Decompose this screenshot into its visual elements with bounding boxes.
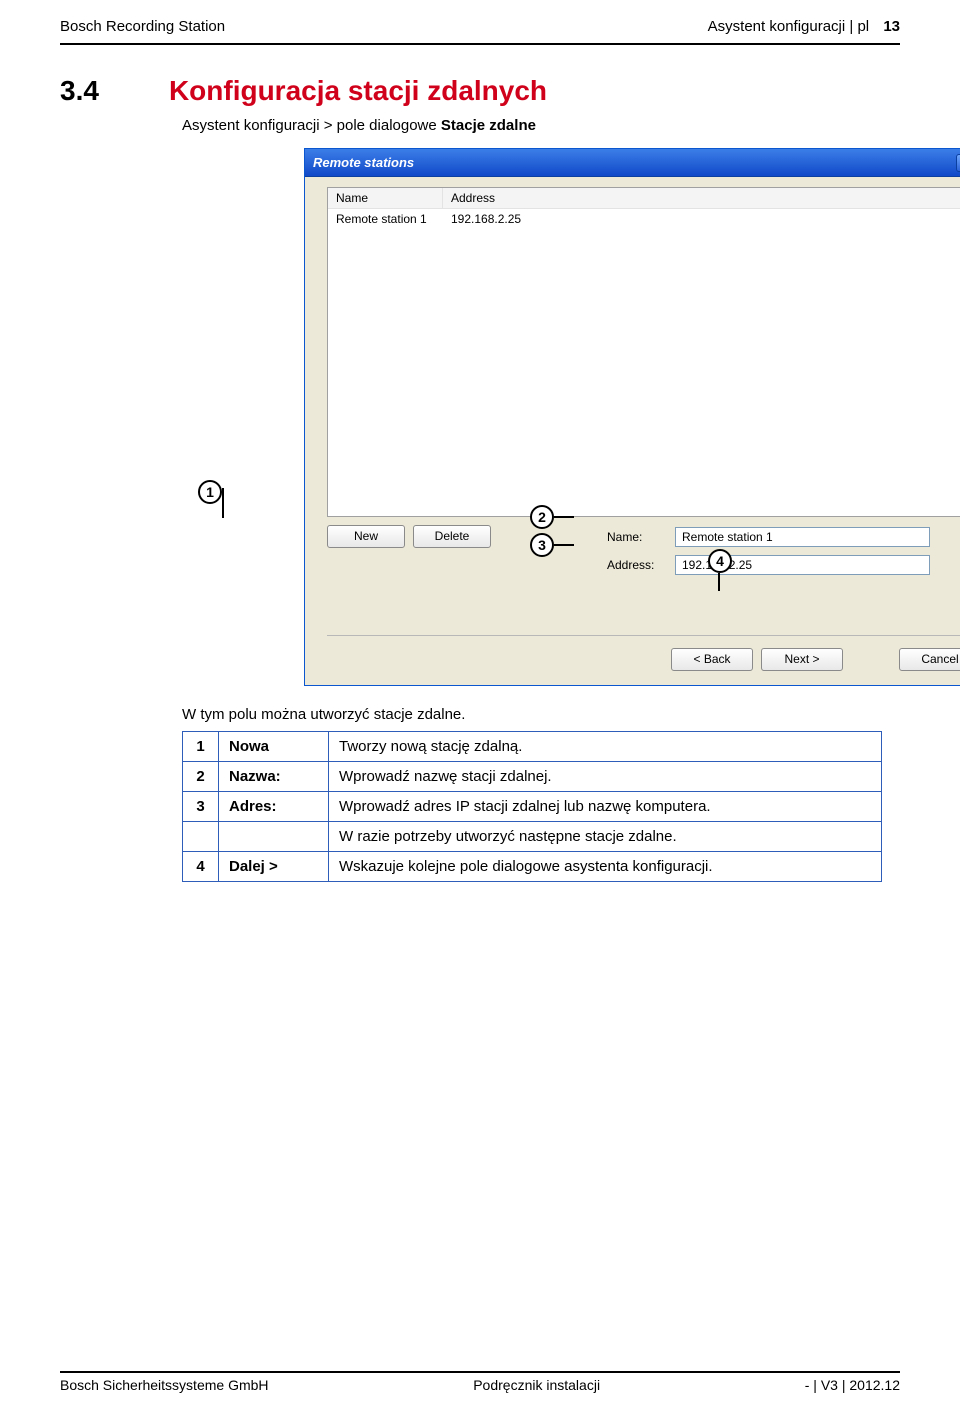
legend-desc: Wprowadź nazwę stacji zdalnej. (329, 762, 882, 792)
section-path-text: Asystent konfiguracji > pole dialogowe (182, 117, 441, 134)
table-row: 2 Nazwa: Wprowadź nazwę stacji zdalnej. (183, 762, 882, 792)
table-row: 1 Nowa Tworzy nową stację zdalną. (183, 732, 882, 762)
callout-1: 1 (198, 480, 222, 504)
legend-num: 4 (183, 852, 219, 882)
delete-button[interactable]: Delete (413, 525, 491, 548)
section-title: Konfiguracja stacji zdalnych (169, 75, 547, 107)
legend-label-empty (219, 822, 329, 852)
dialog-title: Remote stations (313, 155, 414, 170)
footer-right: - | V3 | 2012.12 (805, 1377, 900, 1393)
callout-3: 3 (530, 533, 554, 557)
footer-rule (60, 1371, 900, 1373)
callout-2-line (554, 516, 574, 518)
section-path-bold: Stacje zdalne (441, 117, 536, 134)
back-button[interactable]: < Back (671, 648, 753, 671)
list-item-name: Remote station 1 (328, 209, 443, 229)
body-text: W tym polu można utworzyć stacje zdalne. (182, 706, 900, 723)
footer-left: Bosch Sicherheitssysteme GmbH (60, 1377, 269, 1393)
stations-list-panel: Name Address Remote station 1 192.168.2.… (327, 187, 960, 517)
list-header: Name Address (328, 188, 960, 209)
cancel-button[interactable]: Cancel (899, 648, 960, 671)
legend-num-empty (183, 822, 219, 852)
legend-label: Adres: (219, 792, 329, 822)
new-button[interactable]: New (327, 525, 405, 548)
legend-num: 3 (183, 792, 219, 822)
list-item[interactable]: Remote station 1 192.168.2.25 (328, 209, 960, 229)
dialog-titlebar[interactable]: Remote stations ? ✕ (305, 149, 960, 177)
callout-4: 4 (708, 549, 732, 573)
help-icon[interactable]: ? (956, 154, 960, 172)
header-left: Bosch Recording Station (60, 18, 225, 35)
legend-table: 1 Nowa Tworzy nową stację zdalną. 2 Nazw… (182, 731, 882, 882)
list-item-address: 192.168.2.25 (443, 209, 960, 229)
legend-desc: W razie potrzeby utworzyć następne stacj… (329, 822, 882, 852)
next-button[interactable]: Next > (761, 648, 843, 671)
table-row: W razie potrzeby utworzyć następne stacj… (183, 822, 882, 852)
address-label: Address: (607, 558, 667, 572)
legend-num: 1 (183, 732, 219, 762)
legend-desc: Tworzy nową stację zdalną. (329, 732, 882, 762)
callout-1-line (222, 488, 224, 518)
legend-label: Nazwa: (219, 762, 329, 792)
footer-center: Podręcznik instalacji (473, 1377, 600, 1393)
name-input[interactable]: Remote station 1 (675, 527, 930, 547)
legend-num: 2 (183, 762, 219, 792)
legend-label: Dalej > (219, 852, 329, 882)
remote-stations-dialog: Remote stations ? ✕ Name Address Remote … (304, 148, 960, 686)
name-label: Name: (607, 530, 667, 544)
col-header-address[interactable]: Address (443, 188, 960, 208)
legend-label: Nowa (219, 732, 329, 762)
header-rule (60, 43, 900, 45)
callout-4-line (718, 573, 720, 591)
table-row: 3 Adres: Wprowadź adres IP stacji zdalne… (183, 792, 882, 822)
callout-2: 2 (530, 505, 554, 529)
col-header-name[interactable]: Name (328, 188, 443, 208)
section-breadcrumb: Asystent konfiguracji > pole dialogowe S… (182, 117, 900, 134)
callout-3-line (554, 544, 574, 546)
section-number: 3.4 (60, 75, 99, 107)
page-number: 13 (883, 18, 900, 35)
legend-desc: Wprowadź adres IP stacji zdalnej lub naz… (329, 792, 882, 822)
table-row: 4 Dalej > Wskazuje kolejne pole dialogow… (183, 852, 882, 882)
legend-desc: Wskazuje kolejne pole dialogowe asystent… (329, 852, 882, 882)
header-right-title: Asystent konfiguracji | pl (708, 18, 869, 35)
